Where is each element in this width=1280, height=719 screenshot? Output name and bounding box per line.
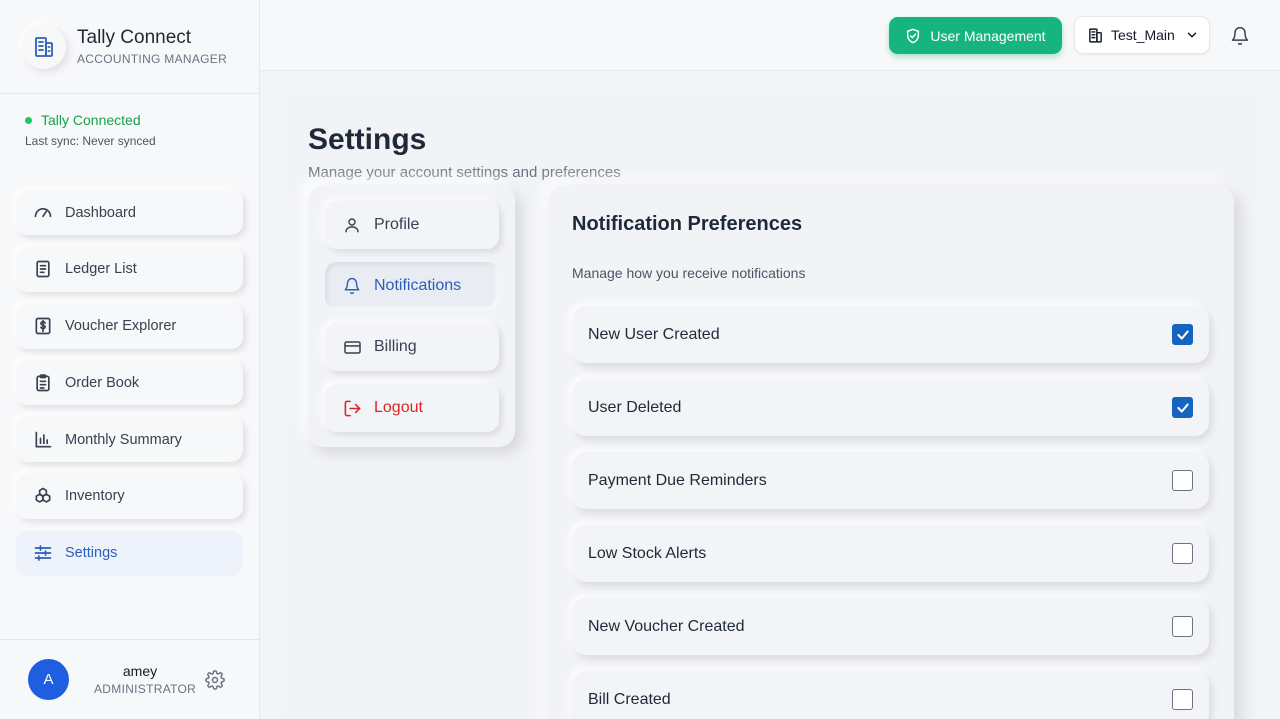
sidebar-item-label: Settings — [65, 545, 118, 562]
user-icon — [341, 216, 363, 234]
shield-check-icon — [905, 28, 921, 44]
sidebar-item-order-book[interactable]: Order Book — [16, 360, 243, 406]
pref-row-bill-created: Bill Created — [572, 671, 1209, 719]
pref-row-user-deleted: User Deleted — [572, 379, 1209, 436]
connection-status: Tally Connected Last sync: Never synced — [0, 94, 259, 186]
top-header: User Management Test_Main — [260, 0, 1280, 71]
clipboard-icon — [32, 372, 54, 394]
sidebar-item-dashboard[interactable]: Dashboard — [16, 190, 243, 235]
sidebar-item-settings[interactable]: Settings — [16, 530, 243, 576]
sidebar-item-monthly-summary[interactable]: Monthly Summary — [16, 417, 243, 463]
sidebar-item-inventory[interactable]: Inventory — [16, 473, 243, 519]
company-selector[interactable]: Test_Main — [1074, 16, 1210, 54]
notification-preferences-subtitle: Manage how you receive notifications — [572, 265, 806, 281]
user-management-label: User Management — [930, 27, 1046, 44]
tab-label: Logout — [374, 399, 423, 416]
chevron-down-icon — [1185, 28, 1199, 42]
gear-icon[interactable] — [204, 669, 226, 691]
pref-label: User Deleted — [588, 398, 682, 416]
sidebar-item-label: Ledger List — [65, 261, 137, 278]
user-role: ADMINISTRATOR — [94, 682, 197, 696]
brand-subtitle: ACCOUNTING MANAGER — [77, 52, 228, 66]
sidebar-item-label: Voucher Explorer — [65, 318, 177, 335]
settings-tabs: Profile Notifications Billing Logout — [308, 185, 515, 447]
pref-row-new-voucher-created: New Voucher Created — [572, 598, 1209, 655]
sidebar-item-label: Inventory — [65, 488, 125, 505]
avatar[interactable]: A — [28, 659, 69, 700]
sliders-icon — [32, 542, 54, 564]
tab-label: Notifications — [374, 277, 462, 294]
tab-label: Billing — [374, 338, 417, 355]
pref-label: Low Stock Alerts — [588, 544, 707, 562]
notifications-bell-icon[interactable] — [1228, 24, 1252, 48]
sidebar-item-voucher-explorer[interactable]: Voucher Explorer — [16, 303, 243, 349]
notification-preferences-card: Notification Preferences Manage how you … — [548, 185, 1234, 719]
book-icon — [32, 258, 54, 280]
sidebar-nav: Dashboard Ledger List Voucher Explorer O… — [16, 190, 243, 588]
logout-icon — [341, 399, 363, 418]
sidebar: Tally Connect ACCOUNTING MANAGER Tally C… — [0, 0, 260, 719]
tab-label: Profile — [374, 216, 420, 233]
sidebar-item-label: Monthly Summary — [65, 431, 182, 448]
last-sync-text: Last sync: Never synced — [25, 134, 156, 148]
credit-card-icon — [341, 338, 363, 357]
tab-billing[interactable]: Billing — [325, 323, 499, 371]
page-title: Settings — [308, 123, 427, 156]
pref-label: Bill Created — [588, 690, 671, 708]
connection-label: Tally Connected — [41, 112, 141, 128]
notification-preferences-title: Notification Preferences — [572, 213, 803, 235]
pref-row-payment-due-reminders: Payment Due Reminders — [572, 452, 1209, 509]
brand-title: Tally Connect — [77, 27, 192, 48]
pref-label: Payment Due Reminders — [588, 471, 767, 489]
brand: Tally Connect ACCOUNTING MANAGER — [0, 0, 259, 94]
building-logo-icon — [22, 24, 66, 69]
company-name: Test_Main — [1111, 27, 1175, 43]
tab-profile[interactable]: Profile — [325, 201, 499, 249]
pref-label: New User Created — [588, 325, 720, 343]
tab-notifications[interactable]: Notifications — [325, 262, 499, 310]
checkbox[interactable] — [1172, 689, 1193, 710]
checkbox[interactable] — [1172, 397, 1193, 418]
sidebar-item-label: Order Book — [65, 374, 140, 391]
checkbox[interactable] — [1172, 543, 1193, 564]
building-icon — [1087, 27, 1104, 44]
tab-logout[interactable]: Logout — [325, 384, 499, 432]
user-panel: A amey ADMINISTRATOR — [0, 639, 260, 719]
sidebar-item-ledger-list[interactable]: Ledger List — [16, 246, 243, 292]
dollar-receipt-icon — [32, 315, 54, 337]
bell-icon — [341, 277, 363, 295]
page-subtitle: Manage your account settings and prefere… — [308, 164, 621, 181]
sidebar-item-label: Dashboard — [65, 204, 136, 221]
bar-chart-icon — [32, 429, 54, 451]
checkbox[interactable] — [1172, 616, 1193, 637]
pref-row-low-stock-alerts: Low Stock Alerts — [572, 525, 1209, 582]
status-dot-icon — [25, 116, 32, 124]
pref-row-new-user-created: New User Created — [572, 306, 1209, 363]
boxes-icon — [32, 485, 54, 507]
user-management-button[interactable]: User Management — [889, 17, 1062, 54]
main-content: Settings Manage your account settings an… — [284, 95, 1258, 719]
pref-label: New Voucher Created — [588, 617, 745, 635]
checkbox[interactable] — [1172, 324, 1193, 345]
gauge-icon — [32, 202, 54, 224]
user-name: amey — [122, 663, 158, 679]
checkbox[interactable] — [1172, 470, 1193, 491]
